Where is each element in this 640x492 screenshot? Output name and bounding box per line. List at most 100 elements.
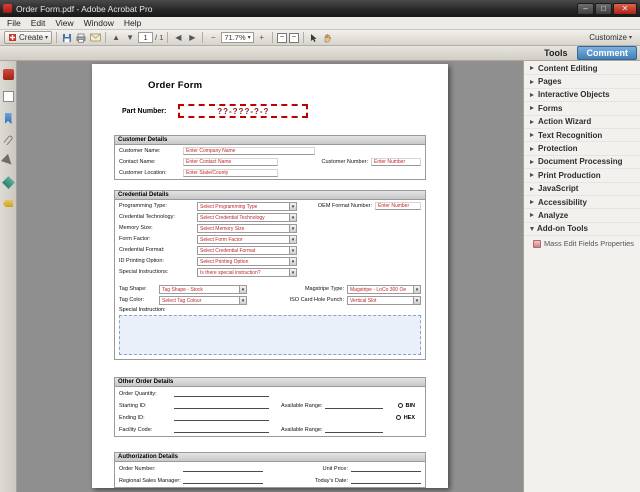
panel-section-pages[interactable]: Pages xyxy=(524,75,640,89)
special-instruction-textarea[interactable] xyxy=(119,315,421,355)
dropdown-arrow-icon[interactable]: ▾ xyxy=(289,235,296,243)
tag-color-dropdown[interactable]: Select Tag Colour ▾ xyxy=(159,295,247,305)
part-number-row: Part Number: ??-???-?-? xyxy=(122,104,448,118)
id-printing-option-dropdown[interactable]: Select Printing Option ▾ xyxy=(197,256,297,266)
credential-format-dropdown[interactable]: Select Credential Format ▾ xyxy=(197,245,297,255)
magstripe-type-value: Magstripe - LoCo 300 Oe xyxy=(350,286,407,293)
memory-size-dropdown[interactable]: Select Memory Size ▾ xyxy=(197,223,297,233)
zoom-out-icon[interactable]: − xyxy=(207,31,219,44)
bin-radio[interactable] xyxy=(397,403,403,408)
panel-section-content-editing[interactable]: Content Editing xyxy=(524,62,640,76)
menu-edit[interactable]: Edit xyxy=(26,18,51,28)
credential-details-section: Credential Details Programming Type: Sel… xyxy=(114,190,426,360)
panel-section-add-on-tools[interactable]: Add-on Tools xyxy=(524,223,640,237)
mass-edit-fields-properties-item[interactable]: Mass Edit Fields Properties xyxy=(524,236,640,251)
dropdown-arrow-icon[interactable]: ▾ xyxy=(413,285,420,293)
close-button[interactable]: ✕ xyxy=(613,2,637,15)
panel-section-text-recognition[interactable]: Text Recognition xyxy=(524,129,640,143)
panel-section-action-wizard[interactable]: Action Wizard xyxy=(524,116,640,129)
dropdown-arrow-icon[interactable]: ▾ xyxy=(289,268,296,276)
programming-type-dropdown[interactable]: Select Programming Type ▾ xyxy=(197,201,297,211)
oem-format-number-field[interactable]: Enter Number xyxy=(375,202,421,210)
create-button[interactable]: Create ▾ xyxy=(4,31,53,44)
zoom-in-icon[interactable]: + xyxy=(256,31,268,44)
credential-technology-dropdown[interactable]: Select Credential Technology ▾ xyxy=(197,212,297,222)
dropdown-arrow-icon[interactable]: ▾ xyxy=(289,213,296,221)
facility-code-field[interactable] xyxy=(174,426,269,433)
panel-section-print-production[interactable]: Print Production xyxy=(524,169,640,183)
dropdown-arrow-icon[interactable]: ▾ xyxy=(413,296,420,304)
maximize-button[interactable]: □ xyxy=(595,2,612,15)
tag-shape-dropdown[interactable]: Tag Shape - Stock ▾ xyxy=(159,284,247,294)
special-instructions-dropdown[interactable]: Is there special instruction? ▾ xyxy=(197,267,297,277)
fit-width-icon[interactable] xyxy=(276,32,287,43)
previous-view-icon[interactable]: ◀ xyxy=(172,31,184,44)
document-viewport[interactable]: Order Form Part Number: ??-???-?-? Custo… xyxy=(17,61,523,492)
page-thumbnails-icon[interactable] xyxy=(2,91,14,102)
order-number-field[interactable] xyxy=(183,465,263,472)
id-printing-option-value: Select Printing Option xyxy=(200,258,249,265)
regional-sales-manager-label: Regional Sales Manager: xyxy=(119,477,181,484)
panel-section-document-processing[interactable]: Document Processing xyxy=(524,156,640,170)
magstripe-type-dropdown[interactable]: Magstripe - LoCo 300 Oe ▾ xyxy=(347,284,421,294)
starting-id-field[interactable] xyxy=(174,402,269,409)
dropdown-arrow-icon[interactable]: ▾ xyxy=(239,296,246,304)
todays-date-field[interactable] xyxy=(351,477,421,484)
panel-section-forms[interactable]: Forms xyxy=(524,102,640,116)
attachments-icon[interactable] xyxy=(2,134,14,146)
fit-page-icon[interactable] xyxy=(288,32,299,43)
menu-view[interactable]: View xyxy=(50,18,78,28)
zoom-level-select[interactable]: 71.7% ▾ xyxy=(221,32,254,43)
magstripe-type-label: Magstripe Type: xyxy=(304,286,344,292)
regional-sales-manager-field[interactable] xyxy=(183,477,263,484)
layers-icon[interactable] xyxy=(1,176,15,189)
menu-window[interactable]: Window xyxy=(79,18,119,28)
ending-id-field[interactable] xyxy=(174,414,269,421)
facility-code-row: Facility Code: Available Range: xyxy=(119,424,421,435)
tags-icon[interactable] xyxy=(3,200,13,207)
previous-page-icon[interactable]: ▲ xyxy=(110,31,122,44)
minimize-button[interactable]: – xyxy=(577,2,594,15)
panel-section-label: Document Processing xyxy=(538,157,623,167)
hex-radio[interactable] xyxy=(395,415,401,420)
tab-comment[interactable]: Comment xyxy=(577,46,637,60)
panel-section-analyze[interactable]: Analyze xyxy=(524,209,640,223)
panel-section-interactive-objects[interactable]: Interactive Objects xyxy=(524,89,640,103)
dropdown-arrow-icon[interactable]: ▾ xyxy=(289,257,296,265)
part-number-field[interactable]: ??-???-?-? xyxy=(178,104,309,118)
next-view-icon[interactable]: ▶ xyxy=(186,31,198,44)
pdf-portfolio-icon[interactable] xyxy=(2,69,14,80)
available-range-field-2[interactable] xyxy=(325,426,384,433)
iso-card-hole-punch-dropdown[interactable]: Vertical Slot ▾ xyxy=(347,295,421,305)
next-page-icon[interactable]: ▼ xyxy=(124,31,136,44)
window-controls: – □ ✕ xyxy=(576,2,637,15)
customer-name-field[interactable]: Enter Company Name xyxy=(183,147,315,155)
page-number-input[interactable]: 1 xyxy=(138,32,154,43)
credential-technology-label: Credential Technology: xyxy=(119,214,175,220)
customize-button[interactable]: Customize ▾ xyxy=(585,33,636,42)
email-icon[interactable] xyxy=(89,31,101,44)
available-range-field[interactable] xyxy=(325,402,384,409)
dropdown-arrow-icon[interactable]: ▾ xyxy=(289,202,296,210)
customer-location-field[interactable]: Enter State/County xyxy=(183,169,278,177)
hand-tool-icon[interactable] xyxy=(322,31,334,44)
dropdown-arrow-icon[interactable]: ▾ xyxy=(289,246,296,254)
dropdown-arrow-icon[interactable]: ▾ xyxy=(289,224,296,232)
order-quantity-field[interactable] xyxy=(174,390,269,397)
contact-name-field[interactable]: Enter Contact Name xyxy=(183,158,278,166)
save-icon[interactable] xyxy=(61,31,73,44)
panel-section-javascript[interactable]: JavaScript xyxy=(524,183,640,196)
tab-tools[interactable]: Tools xyxy=(534,48,577,58)
dropdown-arrow-icon[interactable]: ▾ xyxy=(239,285,246,293)
form-factor-dropdown[interactable]: Select Form Factor ▾ xyxy=(197,234,297,244)
print-icon[interactable] xyxy=(75,31,87,44)
customer-number-field[interactable]: Enter Number xyxy=(371,158,421,166)
bookmarks-icon[interactable] xyxy=(4,113,12,124)
menu-help[interactable]: Help xyxy=(119,18,146,28)
panel-section-accessibility[interactable]: Accessibility xyxy=(524,196,640,210)
signatures-icon[interactable] xyxy=(0,153,16,169)
panel-section-protection[interactable]: Protection xyxy=(524,142,640,156)
selection-tool-icon[interactable] xyxy=(308,31,320,44)
unit-price-field[interactable] xyxy=(351,465,421,472)
menu-file[interactable]: File xyxy=(2,18,26,28)
